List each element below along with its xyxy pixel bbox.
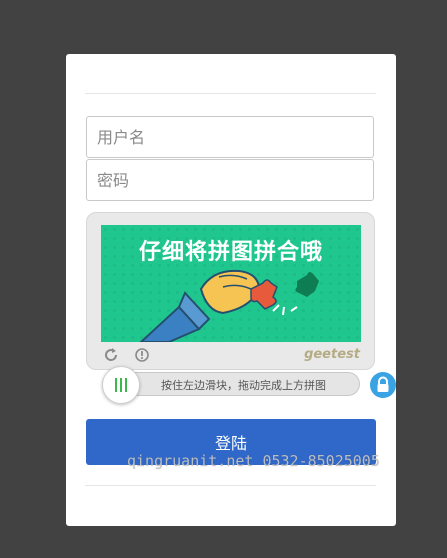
- watermark-text: qingruanit.net 0532-85025005: [127, 452, 380, 470]
- password-input[interactable]: [86, 159, 374, 201]
- info-icon[interactable]: [134, 347, 150, 363]
- username-input[interactable]: [86, 116, 374, 158]
- slider-handle-icon: [114, 378, 128, 392]
- captcha-slider-track[interactable]: 按住左边滑块，拖动完成上方拼图: [102, 372, 360, 396]
- puzzle-hand-illustration: [139, 269, 319, 342]
- lock-icon: [370, 372, 396, 398]
- bottom-divider: [85, 485, 376, 486]
- captcha-puzzle-image: 仔细将拼图拼合哦: [101, 225, 361, 342]
- top-divider: [85, 93, 376, 94]
- slider-handle[interactable]: [102, 366, 140, 404]
- slider-hint-text: 按住左边滑块，拖动完成上方拼图: [161, 379, 326, 392]
- captcha-widget: 仔细将拼图拼合哦 geetest: [86, 212, 375, 370]
- refresh-icon[interactable]: [103, 347, 119, 363]
- geetest-logo: geetest: [304, 347, 360, 362]
